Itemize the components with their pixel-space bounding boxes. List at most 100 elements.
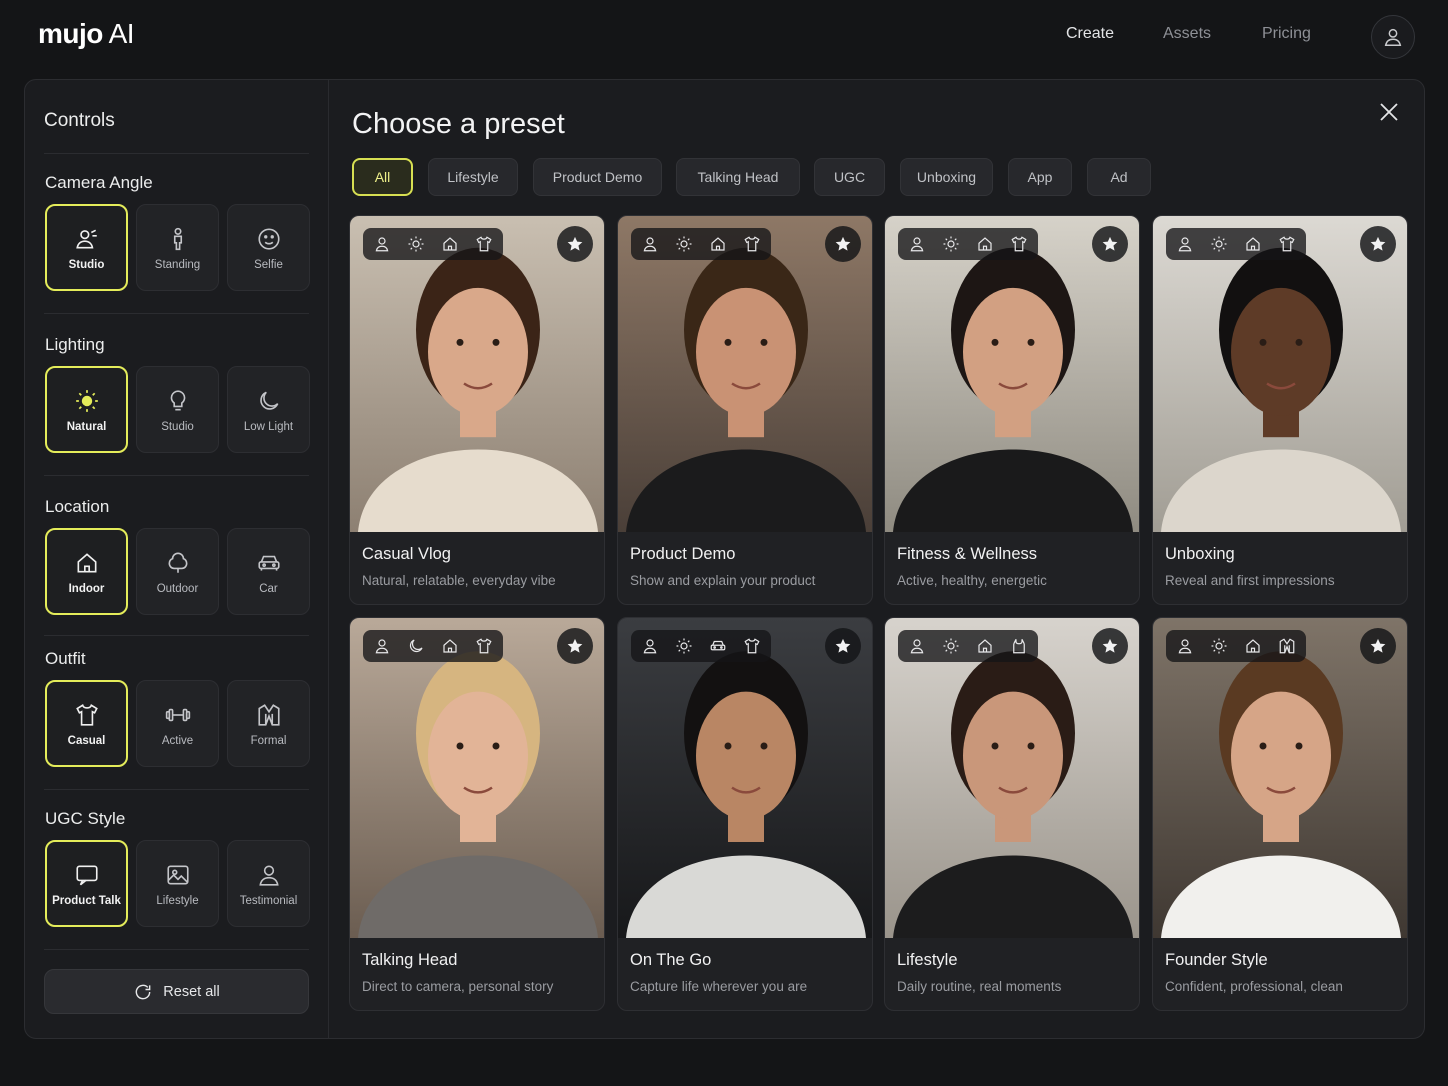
logo[interactable]: mujo AI	[38, 18, 135, 50]
tag-person-icon	[371, 233, 393, 255]
nav-assets[interactable]: Assets	[1163, 25, 1211, 43]
user-icon	[1384, 28, 1402, 46]
sun-icon	[1211, 638, 1227, 654]
person-icon	[643, 639, 657, 654]
selfie-face-icon	[257, 227, 280, 250]
filter-chip-lifestyle[interactable]: Lifestyle	[428, 158, 518, 196]
lighting-low-light[interactable]: Low Light	[227, 366, 310, 453]
lighting-studio[interactable]: Studio	[136, 366, 219, 453]
filter-chip-product-demo[interactable]: Product Demo	[533, 158, 662, 196]
divider	[44, 789, 309, 790]
ugc-style-testimonial[interactable]: Testimonial	[227, 840, 310, 927]
preset-card[interactable]: Fitness & Wellness Active, healthy, energ…	[884, 215, 1140, 605]
person-icon	[910, 639, 924, 654]
jacket-icon	[1279, 638, 1295, 654]
star-icon	[1370, 236, 1386, 251]
camera-angle-selfie[interactable]: Selfie	[227, 204, 310, 291]
preset-card[interactable]: Casual Vlog Natural, relatable, everyday …	[349, 215, 605, 605]
preset-tags	[631, 630, 771, 662]
preset-description: Show and explain your product	[630, 573, 816, 588]
tag-sun-icon	[940, 233, 962, 255]
option-label: Studio	[68, 258, 105, 271]
favorite-button[interactable]	[825, 628, 861, 664]
option-label: Outdoor	[156, 582, 199, 595]
filter-chip-unboxing[interactable]: Unboxing	[900, 158, 993, 196]
option-label: Active	[161, 734, 194, 747]
tag-tshirt-icon	[741, 635, 763, 657]
preset-card[interactable]: Unboxing Reveal and first impressions	[1152, 215, 1408, 605]
filter-chip-all[interactable]: All	[352, 158, 413, 196]
tanktop-icon	[1013, 639, 1025, 654]
person-icon	[643, 237, 657, 252]
preset-title: Casual Vlog	[362, 545, 451, 563]
star-icon	[835, 236, 851, 251]
favorite-button[interactable]	[1360, 226, 1396, 262]
camera-angle-standing[interactable]: Standing	[136, 204, 219, 291]
preset-photo	[618, 216, 872, 532]
preset-card[interactable]: Product Demo Show and explain your produc…	[617, 215, 873, 605]
filter-chip-ad[interactable]: Ad	[1087, 158, 1151, 196]
tag-person-icon	[906, 233, 928, 255]
chat-bubble-icon	[75, 865, 98, 885]
favorite-button[interactable]	[557, 628, 593, 664]
ugc-style-product-talk[interactable]: Product Talk	[45, 840, 128, 927]
account-button[interactable]	[1371, 15, 1415, 59]
filter-chip-ugc[interactable]: UGC	[814, 158, 885, 196]
option-label: Indoor	[68, 582, 105, 595]
jacket-icon	[257, 703, 280, 726]
tag-tshirt-icon	[473, 233, 495, 255]
favorite-button[interactable]	[557, 226, 593, 262]
preset-tags	[898, 630, 1038, 662]
preset-card[interactable]: Talking Head Direct to camera, personal s…	[349, 617, 605, 1011]
location-outdoor[interactable]: Outdoor	[136, 528, 219, 615]
favorite-button[interactable]	[1092, 226, 1128, 262]
tag-home-icon	[439, 635, 461, 657]
sun-icon	[943, 236, 959, 252]
preset-description: Confident, professional, clean	[1165, 979, 1343, 994]
tag-tanktop-icon	[1008, 635, 1030, 657]
home-icon	[978, 237, 992, 251]
favorite-button[interactable]	[1092, 628, 1128, 664]
camera-angle-studio[interactable]: Studio	[45, 204, 128, 291]
tshirt-icon	[476, 236, 492, 252]
reset-all-button[interactable]: Reset all	[44, 969, 309, 1014]
option-label: Selfie	[254, 258, 283, 271]
controls-sidebar: Controls Camera Angle Studio Standing Se…	[25, 80, 329, 1038]
preset-tags	[1166, 630, 1306, 662]
preset-card[interactable]: On The Go Capture life wherever you are	[617, 617, 873, 1011]
outfit-casual[interactable]: Casual	[45, 680, 128, 767]
filter-chip-app[interactable]: App	[1008, 158, 1072, 196]
outfit-formal[interactable]: Formal	[227, 680, 310, 767]
close-button[interactable]	[1377, 100, 1401, 124]
home-icon	[443, 639, 457, 653]
sun-icon	[1211, 236, 1227, 252]
lightbulb-icon	[170, 389, 185, 410]
tag-home-icon	[1242, 233, 1264, 255]
tag-home-icon	[1242, 635, 1264, 657]
nav-create[interactable]: Create	[1066, 25, 1114, 43]
favorite-button[interactable]	[1360, 628, 1396, 664]
preset-card[interactable]: Founder Style Confident, professional, cl…	[1152, 617, 1408, 1011]
nav-pricing[interactable]: Pricing	[1262, 25, 1311, 43]
outfit-active[interactable]: Active	[136, 680, 219, 767]
preset-card[interactable]: Lifestyle Daily routine, real moments	[884, 617, 1140, 1011]
location-indoor[interactable]: Indoor	[45, 528, 128, 615]
car-icon	[710, 640, 726, 651]
person-icon	[1178, 639, 1192, 654]
tag-sun-icon	[1208, 233, 1230, 255]
lighting-natural[interactable]: Natural	[45, 366, 128, 453]
person-icon	[1178, 237, 1192, 252]
image-icon	[166, 865, 189, 884]
tag-home-icon	[974, 233, 996, 255]
tag-home-icon	[707, 233, 729, 255]
ugc-style-lifestyle[interactable]: Lifestyle	[136, 840, 219, 927]
location-car[interactable]: Car	[227, 528, 310, 615]
option-label: Studio	[161, 420, 194, 433]
option-label: Casual	[67, 734, 106, 747]
sun-icon	[943, 638, 959, 654]
standing-person-icon	[173, 227, 182, 250]
filter-chip-talking-head[interactable]: Talking Head	[676, 158, 800, 196]
tshirt-icon	[744, 236, 760, 252]
favorite-button[interactable]	[825, 226, 861, 262]
person-icon	[375, 237, 389, 252]
